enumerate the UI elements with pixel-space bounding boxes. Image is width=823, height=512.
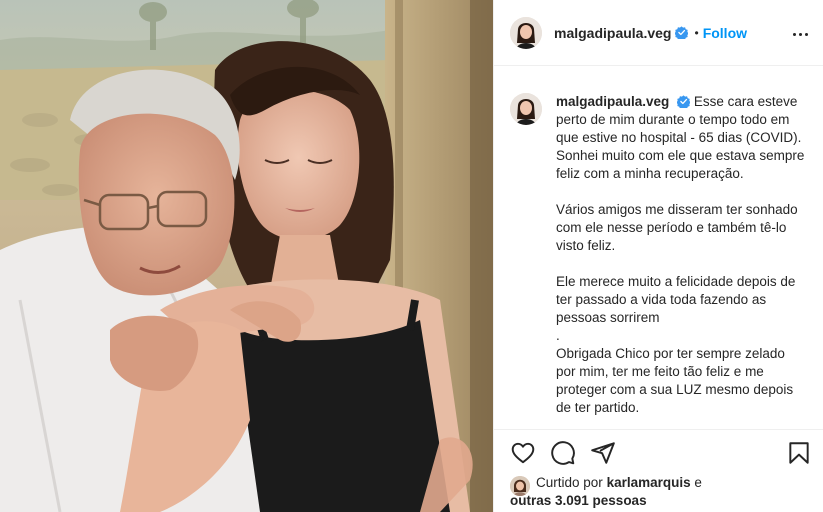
- post-image: [0, 0, 493, 512]
- avatar[interactable]: [510, 16, 542, 49]
- caption-paragraph-2: Vários amigos me disseram ter sonhado co…: [556, 202, 798, 253]
- liker-username-link[interactable]: karlamarquis: [607, 475, 691, 490]
- caption-paragraph-4: .: [556, 328, 560, 343]
- caption-username[interactable]: malgadipaula.veg: [556, 94, 669, 109]
- likes-line-2: outras 3.091 pessoas: [510, 493, 647, 508]
- caption-area[interactable]: malgadipaula.veg Esse cara esteve perto …: [494, 67, 823, 429]
- post-header: malgadipaula.veg • Follow: [494, 0, 823, 66]
- post-photo[interactable]: [0, 0, 493, 512]
- verified-badge-icon: [675, 26, 689, 39]
- likes-summary: Curtido por karlamarquis e outras 3.091 …: [510, 471, 810, 511]
- comment-icon[interactable]: [550, 440, 576, 466]
- caption-paragraph-3: Ele merece muito a felicidade depois de …: [556, 274, 796, 325]
- post-side-panel: malgadipaula.veg • Follow malgadipaula.v…: [493, 0, 823, 512]
- heart-icon[interactable]: [510, 440, 536, 466]
- username-link[interactable]: malgadipaula.veg: [554, 25, 671, 41]
- likes-line-1: Curtido por karlamarquis e: [536, 475, 702, 490]
- bookmark-icon[interactable]: [786, 440, 812, 466]
- share-icon[interactable]: [590, 440, 616, 466]
- verified-badge-icon: [677, 95, 691, 108]
- caption-avatar[interactable]: [510, 93, 542, 125]
- caption-row: malgadipaula.veg Esse cara esteve perto …: [510, 93, 808, 417]
- instagram-post: malgadipaula.veg • Follow malgadipaula.v…: [0, 0, 823, 512]
- action-bar: [494, 429, 823, 467]
- likes-connector: e: [694, 475, 702, 490]
- separator-dot: •: [694, 25, 699, 40]
- follow-button[interactable]: Follow: [703, 25, 747, 41]
- caption-text: malgadipaula.veg Esse cara esteve perto …: [556, 93, 808, 417]
- caption-paragraph-5: Obrigada Chico por ter sempre zelado por…: [556, 346, 794, 415]
- likes-prefix: Curtido por: [536, 475, 603, 490]
- likes-count-link[interactable]: outras 3.091 pessoas: [510, 493, 647, 508]
- more-options-icon[interactable]: [788, 22, 812, 46]
